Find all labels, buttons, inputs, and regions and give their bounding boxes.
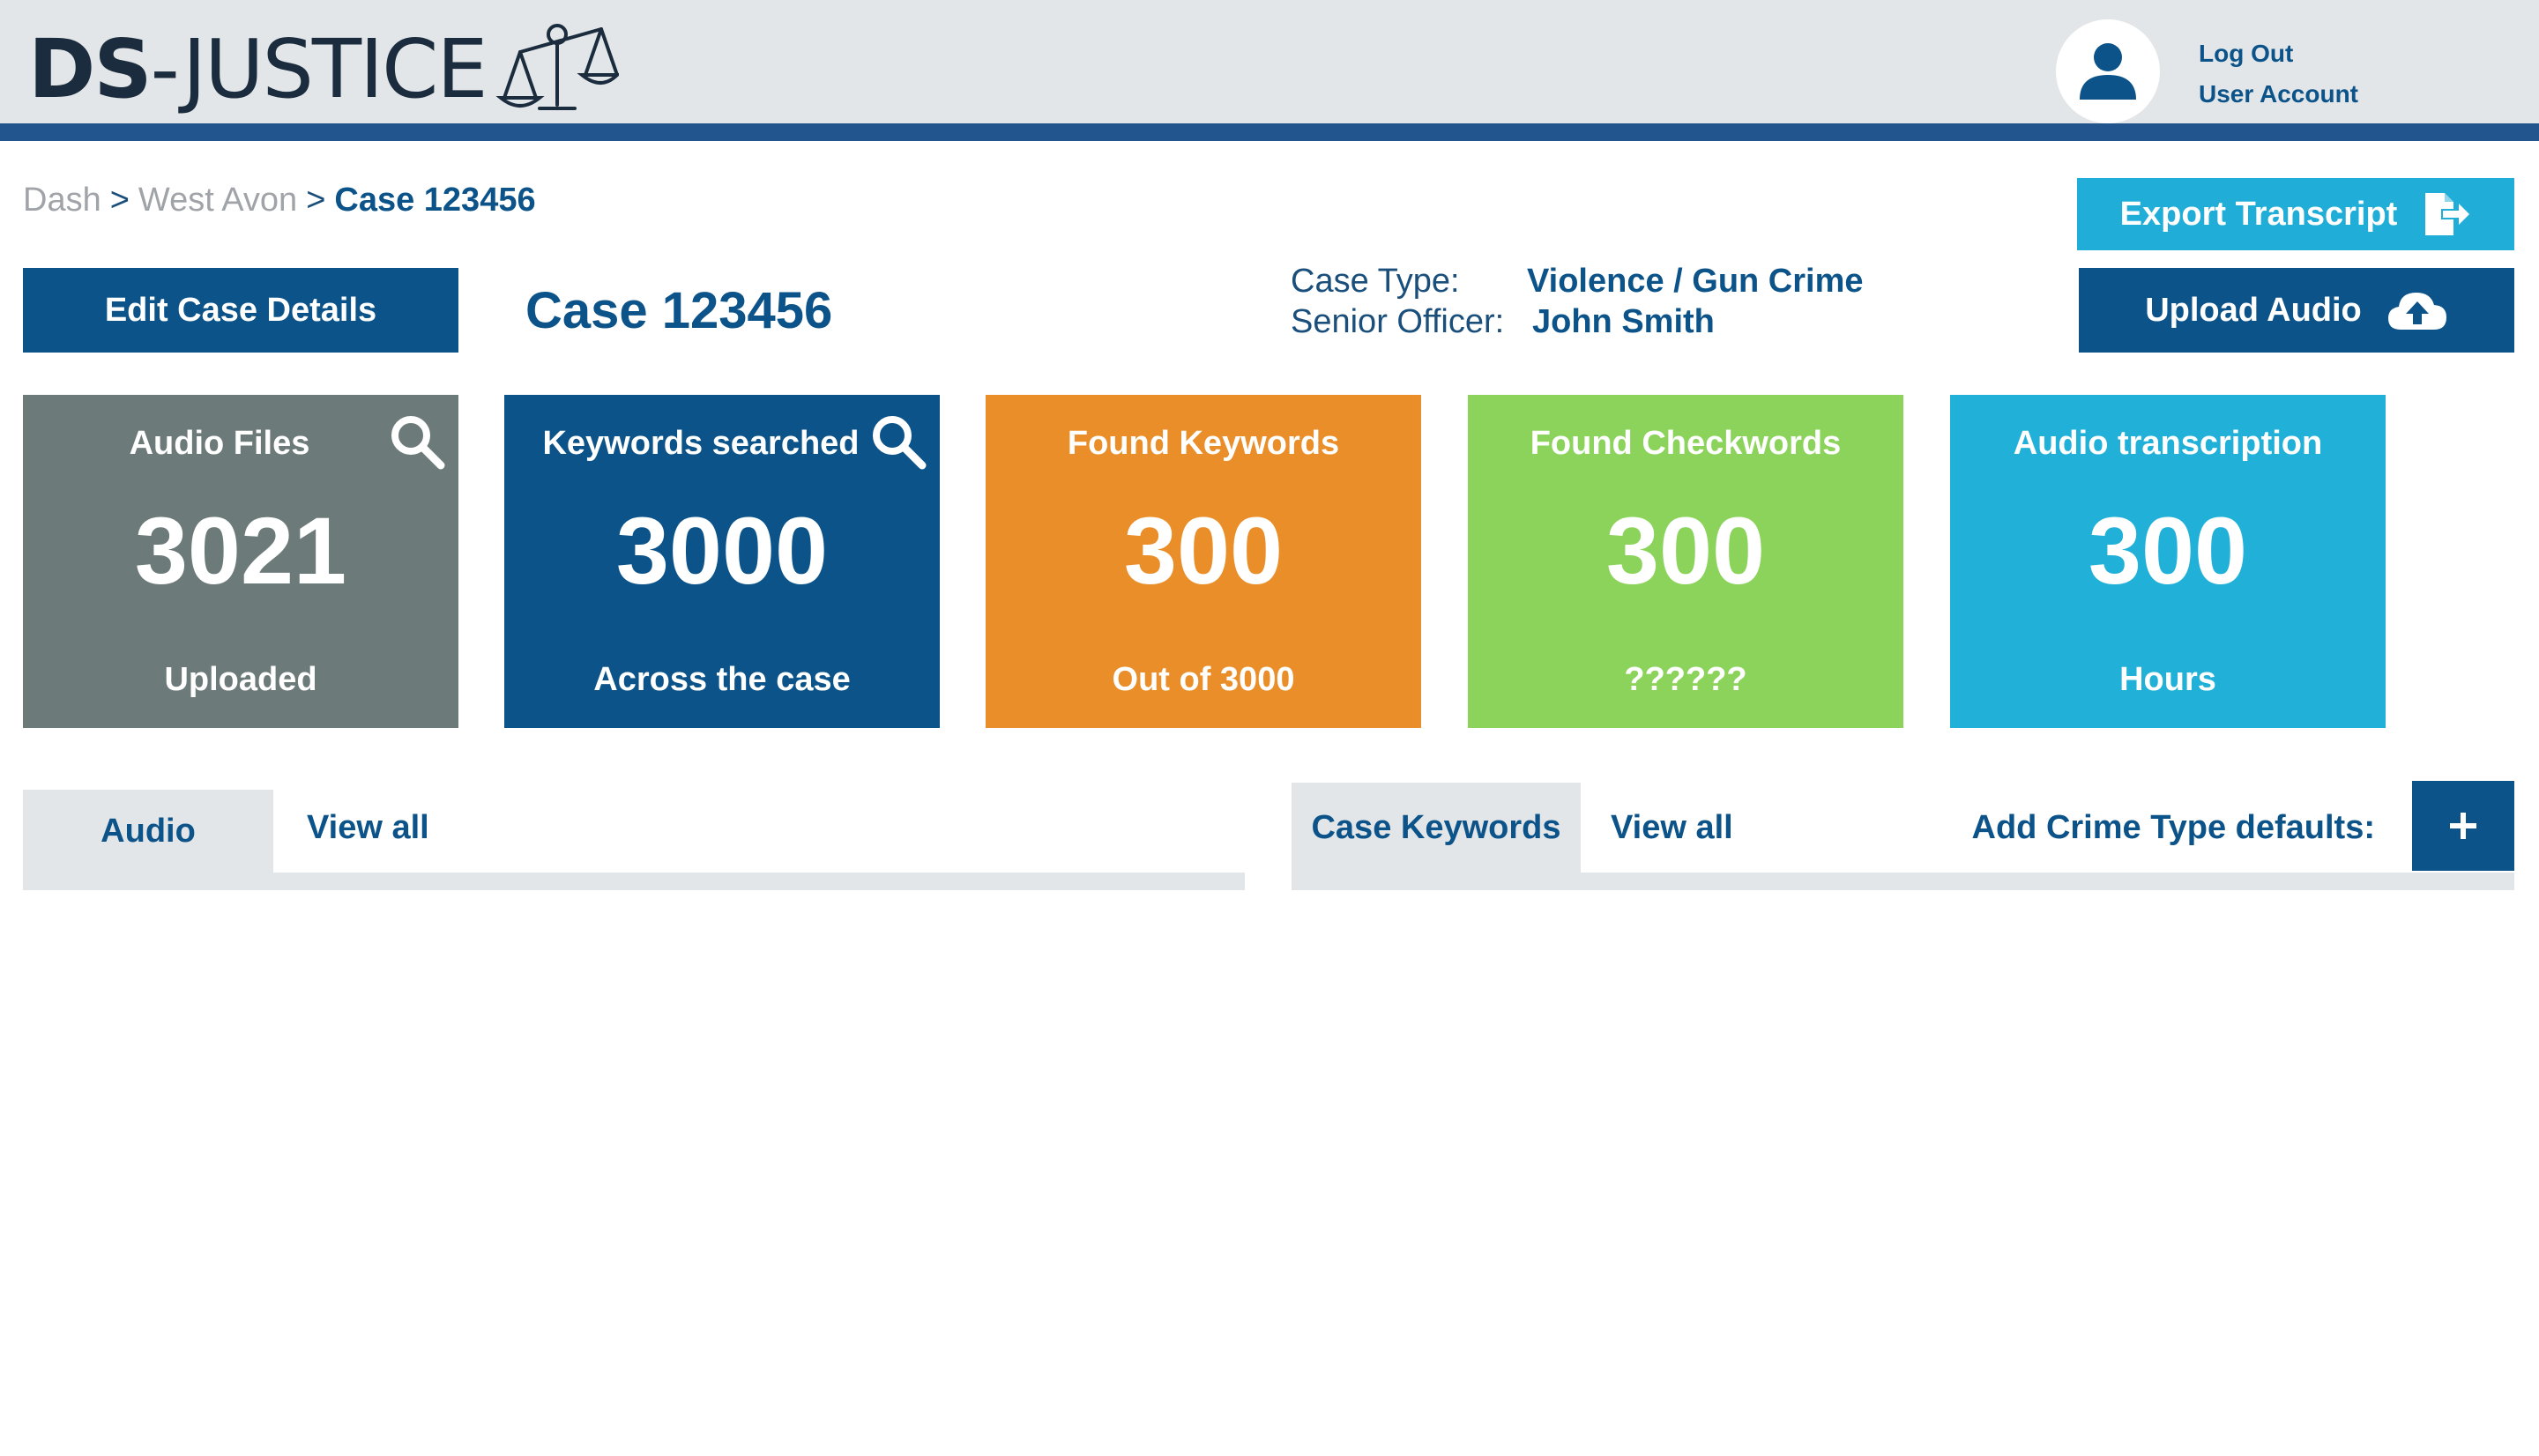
logo-dash: -: [150, 22, 184, 116]
logo[interactable]: DS-JUSTICE: [28, 21, 619, 118]
export-transcript-button[interactable]: Export Transcript: [2077, 178, 2514, 250]
user-links: Log Out User Account: [2199, 33, 2358, 115]
upload-audio-button[interactable]: Upload Audio: [2079, 268, 2514, 353]
tab-audio[interactable]: Audio: [23, 790, 273, 873]
breadcrumb-dash[interactable]: Dash: [23, 182, 101, 219]
add-crime-type-defaults-button[interactable]: [2412, 781, 2514, 871]
export-transcript-label: Export Transcript: [2119, 195, 2398, 233]
user-account-link[interactable]: User Account: [2199, 74, 2358, 115]
tab-case-keywords[interactable]: Case Keywords: [1292, 783, 1581, 873]
app-header: DS-JUSTICE Log Out User Account: [0, 0, 2539, 141]
add-crime-type-defaults-label: Add Crime Type defaults:: [1971, 808, 2375, 846]
upload-audio-label: Upload Audio: [2145, 291, 2362, 329]
logo-suffix: JUSTICE: [182, 22, 488, 116]
stat-card-title: Audio transcription: [2013, 425, 2323, 462]
stat-card-title: Audio Files: [129, 425, 310, 462]
log-out-link[interactable]: Log Out: [2199, 33, 2358, 74]
breadcrumb: Dash > West Avon > Case 123456: [23, 175, 536, 226]
keywords-view-all-link[interactable]: View all: [1611, 783, 1733, 873]
panel-divider: [1292, 873, 2514, 890]
stat-card-subtitle: Across the case: [593, 661, 851, 698]
logo-prefix: DS: [28, 22, 153, 116]
stat-card-found-checkwords[interactable]: Found Checkwords 300 ??????: [1468, 395, 1903, 728]
audio-panel: Audio View all: [23, 783, 1245, 890]
stat-card-subtitle: Uploaded: [164, 661, 317, 698]
case-type-value: Violence / Gun Crime: [1527, 263, 1864, 300]
senior-officer-label: Senior Officer:: [1291, 303, 1505, 340]
stat-card-value: 300: [2088, 497, 2248, 604]
avatar[interactable]: [2056, 19, 2160, 123]
breadcrumb-separator: >: [109, 182, 130, 219]
panel-divider: [23, 873, 1245, 890]
scales-icon: [495, 24, 619, 110]
user-icon: [2080, 43, 2136, 100]
stat-card-keywords-searched: Keywords searched 3000 Across the case: [504, 395, 940, 728]
senior-officer-row: Senior Officer: John Smith: [1291, 301, 1864, 342]
edit-case-details-label: Edit Case Details: [104, 291, 377, 329]
stat-card-title: Found Keywords: [1067, 425, 1340, 462]
senior-officer-value: John Smith: [1532, 303, 1715, 340]
case-keywords-panel: Case Keywords View all Add Crime Type de…: [1292, 781, 2514, 890]
case-type-row: Case Type: Violence / Gun Crime: [1291, 261, 1864, 301]
logo-text: DS-JUSTICE: [28, 29, 488, 110]
audio-view-all-link[interactable]: View all: [307, 783, 429, 873]
breadcrumb-west-avon[interactable]: West Avon: [138, 182, 297, 219]
stat-card-value: 3000: [615, 497, 829, 604]
stat-card-audio-transcription[interactable]: Audio transcription 300 Hours: [1950, 395, 2386, 728]
export-file-icon: [2422, 191, 2471, 237]
plus-icon: [2450, 813, 2476, 839]
case-meta: Case Type: Violence / Gun Crime Senior O…: [1291, 261, 1864, 342]
edit-case-details-button[interactable]: Edit Case Details: [23, 268, 458, 353]
stat-card-subtitle: ??????: [1624, 661, 1747, 698]
stat-card-value: 300: [1605, 497, 1766, 604]
case-type-label: Case Type:: [1291, 263, 1460, 300]
search-icon[interactable]: [869, 412, 927, 471]
stat-card-found-keywords[interactable]: Found Keywords 300 Out of 3000: [986, 395, 1421, 728]
stat-card-value: 3021: [134, 497, 347, 604]
breadcrumb-current: Case 123456: [334, 182, 536, 219]
stat-card-audio-files: Audio Files 3021 Uploaded: [23, 395, 458, 728]
stat-card-title: Keywords searched: [542, 425, 860, 462]
stat-card-subtitle: Out of 3000: [1112, 661, 1295, 698]
stat-card-value: 300: [1123, 497, 1284, 604]
case-title: Case 123456: [525, 282, 833, 339]
search-icon[interactable]: [388, 412, 446, 471]
stat-card-subtitle: Hours: [2119, 661, 2216, 698]
cloud-upload-icon: [2386, 289, 2448, 331]
breadcrumb-separator: >: [306, 182, 326, 219]
stat-card-title: Found Checkwords: [1530, 425, 1842, 462]
